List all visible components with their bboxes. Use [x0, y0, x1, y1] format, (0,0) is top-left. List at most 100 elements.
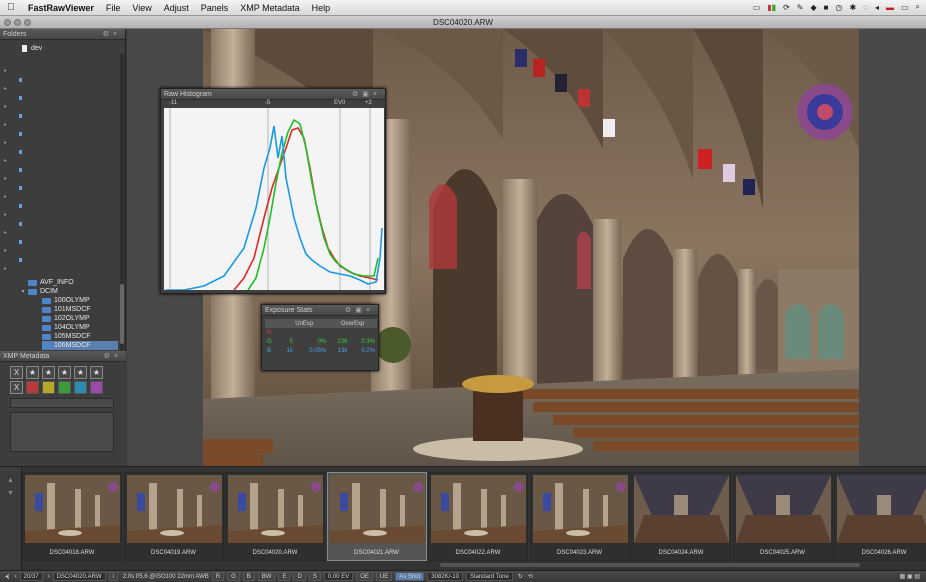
filmstrip-thumbnail[interactable]: DSC04020.ARW: [225, 472, 325, 561]
scrollbar-thumb[interactable]: [120, 284, 124, 344]
tree-item-105msdcf[interactable]: 105MSDCF: [42, 332, 118, 341]
exposure-stats-table: UnExp OverExp R G 5 0% 236 0.3% B 1k 0.0…: [265, 319, 377, 355]
exposure-stats-header[interactable]: Exposure Stats ⚙▣×: [262, 305, 378, 316]
spotlight-icon[interactable]: ⌕: [916, 2, 920, 12]
white-balance-select[interactable]: As Shot: [395, 572, 425, 581]
rating-2-button[interactable]: ★: [42, 366, 55, 379]
menu-app-name[interactable]: FastRawViewer: [22, 3, 100, 13]
color-temp-field[interactable]: 3082K/-10: [427, 572, 463, 581]
ev-field[interactable]: 0.00 EV: [323, 572, 354, 581]
apple-menu-icon[interactable]: : [0, 2, 22, 13]
bluetooth-icon[interactable]: ✱: [849, 3, 856, 12]
label-blue-button[interactable]: [74, 381, 87, 394]
tree-item-104olymp[interactable]: 104OLYMP: [42, 323, 118, 332]
filmstrip-collapse-icon[interactable]: ▲: [0, 477, 21, 484]
rating-4-button[interactable]: ★: [74, 366, 87, 379]
channel-g-button[interactable]: G: [227, 572, 240, 581]
tree-item-avf-info[interactable]: AVF_INFO: [28, 278, 118, 287]
zoom-window-button[interactable]: [24, 19, 31, 26]
tree-item-100olymp[interactable]: 100OLYMP: [42, 296, 118, 305]
filmstrip-scrollbar[interactable]: [440, 563, 860, 567]
rating-3-button[interactable]: ★: [58, 366, 71, 379]
monitor-icon[interactable]: ■: [824, 3, 829, 12]
panel-controls[interactable]: ⚙▣×: [352, 89, 381, 100]
label-purple-button[interactable]: [90, 381, 103, 394]
close-window-button[interactable]: [4, 19, 11, 26]
layout-icons[interactable]: ▦ ▣ ▤: [900, 573, 920, 580]
flag-s-button[interactable]: S: [308, 572, 321, 581]
pen-icon[interactable]: ✎: [797, 3, 804, 12]
xmp-panel-header[interactable]: XMP Metadata ⚙×: [0, 351, 126, 362]
tree-item-102olymp[interactable]: 102OLYMP: [42, 314, 118, 323]
color-bars-icon[interactable]: ▮▮: [767, 3, 776, 12]
panel-controls[interactable]: ⚙▣×: [345, 305, 374, 316]
prev-button[interactable]: ‹: [15, 574, 17, 580]
menu-xmp-metadata[interactable]: XMP Metadata: [234, 3, 305, 13]
xmp-description-field[interactable]: [10, 412, 114, 452]
sync-icon[interactable]: ⟲: [528, 573, 533, 580]
panel-controls[interactable]: ⚙×: [104, 351, 122, 362]
flag-e-button[interactable]: E: [278, 572, 291, 581]
filmstrip-thumbnail[interactable]: DSC04025.ARW: [732, 472, 833, 561]
label-green-button[interactable]: [58, 381, 71, 394]
tree-item-106msdcf[interactable]: 106MSDCF: [42, 341, 118, 350]
disclosure-open-icon[interactable]: ▾: [18, 288, 28, 295]
sync-icon[interactable]: ⟳: [783, 3, 790, 12]
flag-d-button[interactable]: D: [293, 572, 306, 581]
exposure-stats-panel[interactable]: Exposure Stats ⚙▣× UnExp OverExp R G 5 0…: [261, 304, 379, 371]
display-icon[interactable]: ▭: [753, 3, 761, 12]
next-button[interactable]: ›: [48, 574, 50, 580]
folders-panel-header[interactable]: Folders ⚙×: [0, 29, 125, 40]
channel-r-button[interactable]: R: [211, 572, 225, 581]
rating-1-button[interactable]: ★: [26, 366, 39, 379]
ev-tick: -11: [169, 100, 178, 106]
xmp-title-field[interactable]: [10, 398, 114, 408]
clock-icon[interactable]: ◷: [835, 3, 842, 12]
folders-scrollbar[interactable]: [120, 54, 124, 354]
menu-file[interactable]: File: [100, 3, 127, 13]
position-counter[interactable]: 20/37: [19, 572, 43, 581]
panel-controls[interactable]: ⚙×: [103, 29, 121, 40]
tone-curve-select[interactable]: Standard Tone: [465, 572, 513, 581]
overexposure-button[interactable]: OE: [356, 572, 373, 581]
underexposure-button[interactable]: UE: [375, 572, 393, 581]
menu-adjust[interactable]: Adjust: [158, 3, 195, 13]
volume-icon[interactable]: ◂: [875, 3, 879, 12]
label-red-button[interactable]: [26, 381, 39, 394]
filmstrip-thumbnail[interactable]: DSC04022.ARW: [428, 472, 528, 561]
image-viewer[interactable]: Raw Histogram ⚙▣× -11 -5 EV0 +2 Exposure…: [127, 29, 926, 466]
info-button[interactable]: i: [108, 572, 118, 581]
filmstrip-thumbnail[interactable]: DSC04026.ARW: [834, 472, 926, 561]
battery-icon[interactable]: ▭: [901, 3, 909, 12]
reject-button[interactable]: X: [10, 366, 23, 379]
minimize-window-button[interactable]: [14, 19, 21, 26]
menu-panels[interactable]: Panels: [195, 3, 235, 13]
filmstrip-thumbnail[interactable]: DSC04018.ARW: [22, 472, 122, 561]
tree-item-dev[interactable]: dev: [22, 44, 42, 53]
filmstrip-thumbnail[interactable]: DSC04023.ARW: [529, 472, 630, 561]
raw-histogram-panel[interactable]: Raw Histogram ⚙▣× -11 -5 EV0 +2: [160, 88, 386, 294]
wifi-icon[interactable]: ◌: [863, 3, 868, 12]
stat-cell: [328, 328, 349, 337]
channel-bw-button[interactable]: BW: [257, 572, 276, 581]
previous-arrow-icon[interactable]: ◂|: [5, 573, 10, 580]
filmstrip-expand-icon[interactable]: ▼: [0, 490, 21, 497]
flag-icon[interactable]: ▬: [886, 3, 894, 12]
rating-5-button[interactable]: ★: [90, 366, 103, 379]
clear-label-button[interactable]: X: [10, 381, 23, 394]
xmp-metadata-panel: XMP Metadata ⚙× X ★ ★ ★ ★ ★ X: [0, 351, 126, 466]
thumbnail-filename: DSC04023.ARW: [557, 550, 602, 556]
filmstrip-thumbnail[interactable]: DSC04021.ARW: [326, 472, 427, 561]
histogram-panel-header[interactable]: Raw Histogram ⚙▣×: [161, 89, 385, 100]
label-yellow-button[interactable]: [42, 381, 55, 394]
channel-b-button[interactable]: B: [242, 572, 255, 581]
histogram-ev-scale: -11 -5 EV0 +2: [161, 100, 387, 108]
menu-view[interactable]: View: [126, 3, 157, 13]
rotate-icon[interactable]: ↻: [518, 573, 523, 580]
tree-item-dcim[interactable]: ▾ DCIM: [18, 287, 118, 296]
tree-item-101msdcf[interactable]: 101MSDCF: [42, 305, 118, 314]
filmstrip-thumbnail[interactable]: DSC04019.ARW: [123, 472, 224, 561]
filmstrip-thumbnail[interactable]: DSC04024.ARW: [631, 472, 731, 561]
menu-help[interactable]: Help: [306, 3, 337, 13]
dropbox-icon[interactable]: ◆: [810, 3, 816, 12]
